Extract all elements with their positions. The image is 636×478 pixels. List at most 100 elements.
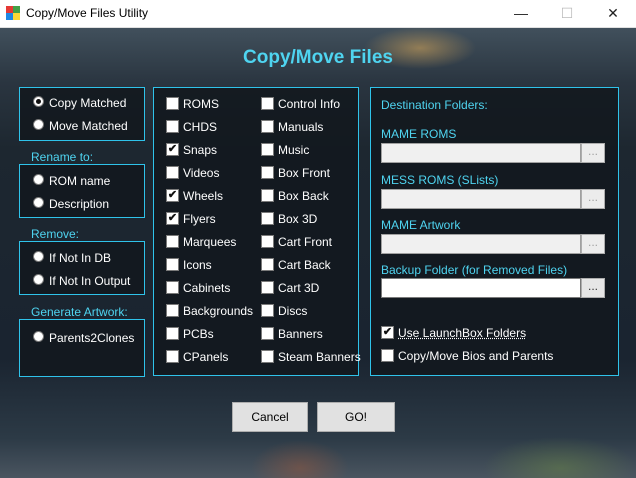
marquees-label: Marquees bbox=[183, 235, 237, 249]
if-not-in-output-radio-mark bbox=[33, 274, 44, 285]
move-matched-label: Move Matched bbox=[49, 119, 128, 133]
mess-roms-browse-button[interactable]: ... bbox=[581, 189, 605, 209]
cabinets-label: Cabinets bbox=[183, 281, 231, 295]
app-icon bbox=[6, 6, 20, 20]
backup-folder-browse-button[interactable]: ... bbox=[581, 278, 605, 298]
icons-check-mark bbox=[166, 258, 179, 271]
use-launchbox-folders-label: Use LaunchBox Folders bbox=[398, 326, 527, 340]
cabinets-check-mark bbox=[166, 281, 179, 294]
music-label: Music bbox=[278, 143, 310, 157]
manuals-check-mark bbox=[261, 120, 274, 133]
backup-folder-label: Backup Folder (for Removed Files) bbox=[381, 263, 568, 277]
copy-move-bios-check-box bbox=[381, 349, 394, 362]
marquees-check-mark bbox=[166, 235, 179, 248]
go-button[interactable]: GO! bbox=[317, 402, 395, 432]
chds-label: CHDS bbox=[183, 120, 218, 134]
copy-matched-label: Copy Matched bbox=[49, 96, 127, 110]
snaps-check-mark: ✔ bbox=[166, 143, 179, 156]
cart-back-check-mark bbox=[261, 258, 274, 271]
mess-roms-label: MESS ROMS (SLists) bbox=[381, 173, 499, 187]
videos-label: Videos bbox=[183, 166, 220, 180]
flyers-label: Flyers bbox=[183, 212, 216, 226]
box-back-check-mark bbox=[261, 189, 274, 202]
parents2clones-radio-mark bbox=[33, 331, 44, 342]
cart-front-label: Cart Front bbox=[278, 235, 333, 249]
file-types-panel: ROMS CHDS ✔ Snaps Videos ✔ Wheels ✔ Flyers Marque… bbox=[153, 87, 361, 376]
close-icon[interactable]: ✕ bbox=[590, 0, 636, 27]
cart-3d-check-mark bbox=[261, 281, 274, 294]
control-info-label: Control Info bbox=[278, 97, 341, 111]
rename-title: Rename to: bbox=[31, 150, 94, 164]
wheels-check-mark: ✔ bbox=[166, 189, 179, 202]
backup-folder-path-input[interactable] bbox=[381, 278, 581, 298]
cart-3d-label: Cart 3D bbox=[278, 281, 320, 295]
mode-panel: Copy Matched Move Matched bbox=[19, 87, 145, 141]
icons-label: Icons bbox=[183, 258, 212, 272]
copy-matched-radio-mark bbox=[33, 96, 44, 107]
backgrounds-label: Backgrounds bbox=[183, 304, 254, 318]
move-matched-radio-mark bbox=[33, 119, 44, 130]
cart-back-label: Cart Back bbox=[278, 258, 331, 272]
mame-artwork-browse-button[interactable]: ... bbox=[581, 234, 605, 254]
description-radio-mark bbox=[33, 197, 44, 208]
if-not-in-output-label: If Not In Output bbox=[49, 274, 131, 288]
mame-artwork-label: MAME Artwork bbox=[381, 218, 461, 232]
mess-roms-path-input[interactable] bbox=[381, 189, 581, 209]
pcbs-label: PCBs bbox=[183, 327, 214, 341]
manuals-label: Manuals bbox=[278, 120, 324, 134]
title-bar: Copy/Move Files Utility — ☐ ✕ bbox=[0, 0, 636, 28]
app-icon-quad-2 bbox=[13, 6, 20, 13]
artwork-panel: Parents2Clones bbox=[19, 319, 145, 377]
mame-roms-path-input[interactable] bbox=[381, 143, 581, 163]
music-check-mark bbox=[261, 143, 274, 156]
control-info-check-mark bbox=[261, 97, 274, 110]
box-front-label: Box Front bbox=[278, 166, 331, 180]
destination-panel: Destination Folders: MAME ROMS ... MESS … bbox=[370, 87, 619, 376]
mame-roms-label: MAME ROMS bbox=[381, 127, 457, 141]
copy-move-bios-label: Copy/Move Bios and Parents bbox=[398, 349, 554, 363]
cancel-button[interactable]: Cancel bbox=[232, 402, 308, 432]
box-3d-check-mark bbox=[261, 212, 274, 225]
maximize-icon[interactable]: ☐ bbox=[544, 0, 590, 27]
dialog-body: Copy/Move Files Copy Matched Move Matche… bbox=[0, 28, 636, 478]
discs-check-mark bbox=[261, 304, 274, 317]
cart-front-check-mark bbox=[261, 235, 274, 248]
app-icon-quad-1 bbox=[6, 6, 13, 13]
minimize-icon[interactable]: — bbox=[498, 0, 544, 27]
remove-panel: If Not In DB If Not In Output bbox=[19, 241, 145, 295]
flyers-check-mark: ✔ bbox=[166, 212, 179, 225]
if-not-in-db-label: If Not In DB bbox=[49, 251, 112, 265]
mame-artwork-path-input[interactable] bbox=[381, 234, 581, 254]
rename-panel: ROM name Description bbox=[19, 164, 145, 218]
window-title: Copy/Move Files Utility bbox=[26, 6, 149, 20]
if-not-in-db-radio-mark bbox=[33, 251, 44, 262]
steam-banners-label: Steam Banners bbox=[278, 350, 361, 364]
rom-name-radio-mark bbox=[33, 174, 44, 185]
banners-label: Banners bbox=[278, 327, 323, 341]
box-back-label: Box Back bbox=[278, 189, 329, 203]
app-icon-quad-4 bbox=[13, 13, 20, 20]
chds-check-mark bbox=[166, 120, 179, 133]
cpanels-label: CPanels bbox=[183, 350, 229, 364]
rom-name-label: ROM name bbox=[49, 174, 111, 188]
wheels-label: Wheels bbox=[183, 189, 224, 203]
page-title: Copy/Move Files bbox=[243, 47, 393, 68]
remove-title: Remove: bbox=[31, 227, 80, 241]
parents2clones-label: Parents2Clones bbox=[49, 331, 135, 345]
pcbs-check-mark bbox=[166, 327, 179, 340]
roms-label: ROMS bbox=[183, 97, 219, 111]
use-launchbox-check-mark: ✔ bbox=[381, 326, 394, 339]
description-label: Description bbox=[49, 197, 110, 211]
snaps-label: Snaps bbox=[183, 143, 218, 157]
backgrounds-check-mark bbox=[166, 304, 179, 317]
artwork-title: Generate Artwork: bbox=[31, 305, 128, 319]
discs-label: Discs bbox=[278, 304, 308, 318]
destination-title: Destination Folders: bbox=[381, 98, 488, 112]
videos-check-mark bbox=[166, 166, 179, 179]
roms-check-mark bbox=[166, 97, 179, 110]
box-front-check-mark bbox=[261, 166, 274, 179]
box-3d-label: Box 3D bbox=[278, 212, 318, 226]
steam-banners-check-mark bbox=[261, 350, 274, 363]
mame-roms-browse-button[interactable]: ... bbox=[581, 143, 605, 163]
banners-check-mark bbox=[261, 327, 274, 340]
